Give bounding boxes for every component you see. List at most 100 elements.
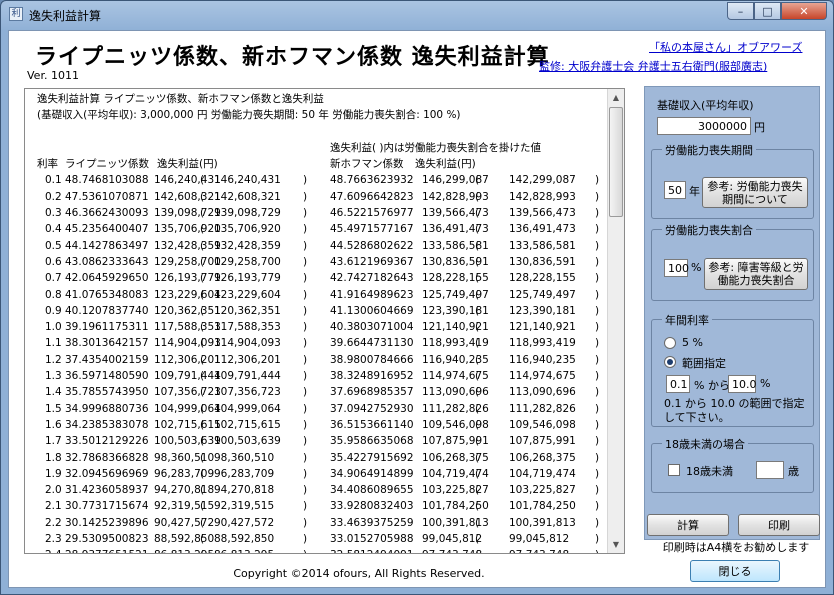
- scroll-thumb[interactable]: [609, 107, 623, 217]
- maximize-button[interactable]: □: [754, 2, 781, 20]
- paren: (: [200, 190, 205, 203]
- table-row: 2.3 29.5309500823 88,592,850(88,592,850) 33…: [37, 531, 612, 547]
- minor-label: 18歳未満の場合: [662, 436, 748, 452]
- paren: (: [200, 533, 205, 546]
- paren: (: [475, 190, 480, 203]
- table-cell: 1.6: [45, 418, 62, 431]
- table-cell: 88,592,850: [214, 533, 275, 546]
- results-textbox[interactable]: 逸失利益計算 ライプニッツ係数、新ホフマン係数と逸失利益 (基礎収入(平均年収)…: [24, 88, 625, 554]
- table-cell: 100,391,813: [509, 516, 576, 529]
- rate-from-input[interactable]: 0.1: [666, 375, 690, 393]
- rate-pct-label: %: [760, 377, 771, 390]
- table-cell: 35.7855743950: [65, 386, 149, 399]
- table-cell: 41.9164989623: [330, 288, 414, 301]
- minor-checkbox[interactable]: [668, 464, 680, 476]
- results-line2: (基礎収入(平均年収): 3,000,000 円 労働能力喪失期間: 50 年 …: [37, 109, 461, 122]
- paren: (: [475, 451, 480, 464]
- paren: (: [200, 353, 205, 366]
- paren: (: [200, 547, 204, 553]
- table-cell: 92,319,515: [214, 500, 275, 513]
- table-cell: 41.1300604669: [330, 304, 414, 317]
- rate-to-input[interactable]: 10.0: [728, 375, 757, 393]
- table-cell: 126,193,779: [214, 272, 281, 285]
- table-cell: 107,356,723: [214, 386, 281, 399]
- table-row: 1.5 34.9996880736 104,999,064(104,999,064)…: [37, 401, 612, 417]
- close-window-button[interactable]: ✕: [781, 2, 827, 20]
- table-cell: 35.9586635068: [330, 435, 414, 448]
- app-icon: 利: [9, 7, 23, 21]
- minimize-button[interactable]: –: [727, 2, 754, 20]
- results-scrollbar[interactable]: ▲ ▼: [607, 89, 624, 553]
- table-cell: 102,715,615: [214, 418, 281, 431]
- table-cell: 43.0862333643: [65, 255, 149, 268]
- paren: ): [595, 402, 600, 415]
- paren: (: [475, 207, 480, 220]
- table-cell: 97,743,748: [509, 547, 569, 553]
- table-cell: 139,098,729: [214, 207, 281, 220]
- table-cell: 34.9996880736: [65, 402, 149, 415]
- paren: (: [200, 386, 205, 399]
- title-bar[interactable]: 利 逸失利益計算 – □ ✕: [1, 1, 833, 27]
- calculate-button[interactable]: 計算: [647, 514, 729, 536]
- table-cell: 31.4236058937: [65, 484, 149, 497]
- ratio-input[interactable]: 100: [664, 259, 689, 277]
- supervisor-link[interactable]: 監修: 大阪弁護士会 弁護士五右衛門(服部廣志): [539, 58, 767, 74]
- table-cell: 32.7868366828: [65, 451, 149, 464]
- paren: (: [475, 547, 479, 553]
- rate-range-radio[interactable]: [664, 356, 676, 368]
- table-cell: 121,140,921: [509, 321, 576, 334]
- table-cell: 42.7427182643: [330, 272, 414, 285]
- version-label: Ver. 1011: [27, 69, 79, 82]
- paren: (: [200, 321, 205, 334]
- results-line1: 逸失利益計算 ライプニッツ係数、新ホフマン係数と逸失利益: [37, 93, 324, 105]
- paren: ): [303, 321, 308, 334]
- table-cell: 86,813,295: [154, 547, 214, 553]
- table-cell: 132,428,359: [154, 239, 221, 252]
- table-cell: 47.5361070871: [65, 190, 149, 203]
- minor-age-input[interactable]: [756, 461, 784, 479]
- rate-5pct-radio[interactable]: [664, 337, 676, 349]
- table-cell: 90,427,572: [214, 516, 275, 529]
- paren: (: [475, 288, 480, 301]
- table-row: 0.8 41.0765348083 123,229,604(123,229,604)…: [37, 287, 612, 303]
- table-cell: 114,904,093: [154, 337, 221, 350]
- ratio-unit: %: [691, 261, 702, 274]
- table-cell: 135,706,920: [154, 223, 221, 236]
- table-cell: 44.1427863497: [65, 239, 149, 252]
- table-row: 1.9 32.0945696969 96,283,709(96,283,709) 34…: [37, 466, 612, 482]
- table-cell: 37.0942752930: [330, 402, 414, 415]
- paren: ): [303, 435, 308, 448]
- scroll-up-icon[interactable]: ▲: [608, 89, 624, 106]
- table-cell: 97,743,748: [422, 547, 482, 553]
- table-cell: 0.6: [45, 255, 62, 268]
- scroll-down-icon[interactable]: ▼: [608, 536, 624, 553]
- paren: ): [303, 304, 308, 317]
- paren: ): [303, 207, 308, 220]
- close-button[interactable]: 閉じる: [690, 560, 780, 582]
- ratio-reference-button[interactable]: 参考: 障害等級と労働能力喪失割合: [704, 258, 808, 290]
- table-cell: 48.7663623932: [330, 174, 414, 187]
- rate-hint: 0.1 から 10.0 の範囲で指定して下さい。: [664, 397, 805, 424]
- blog-link[interactable]: 「私の本屋さん」オブアワーズ: [649, 39, 802, 55]
- table-cell: 142,608,321: [214, 190, 281, 203]
- table-cell: 32.0945696969: [65, 467, 149, 480]
- period-reference-button[interactable]: 参考: 労働能力喪失期間について: [702, 177, 808, 208]
- paren: (: [200, 500, 205, 513]
- paren: (: [200, 451, 205, 464]
- paren: (: [200, 288, 205, 301]
- table-cell: 112,306,201: [214, 353, 281, 366]
- table-cell: 0.7: [45, 272, 62, 285]
- table-cell: 38.9800784666: [330, 353, 414, 366]
- table-cell: 142,608,321: [154, 190, 221, 203]
- paren: (: [200, 272, 205, 285]
- table-cell: 86,813,295: [214, 547, 274, 553]
- paren: (: [200, 516, 205, 529]
- table-cell: 98,360,510: [154, 451, 215, 464]
- print-button[interactable]: 印刷: [738, 514, 820, 536]
- income-input[interactable]: 3000000: [657, 117, 751, 135]
- table-cell: 146,240,431: [154, 174, 221, 187]
- table-cell: 123,390,181: [509, 304, 576, 317]
- paren: (: [200, 223, 205, 236]
- period-input[interactable]: 50: [664, 181, 686, 199]
- paren: ): [595, 435, 600, 448]
